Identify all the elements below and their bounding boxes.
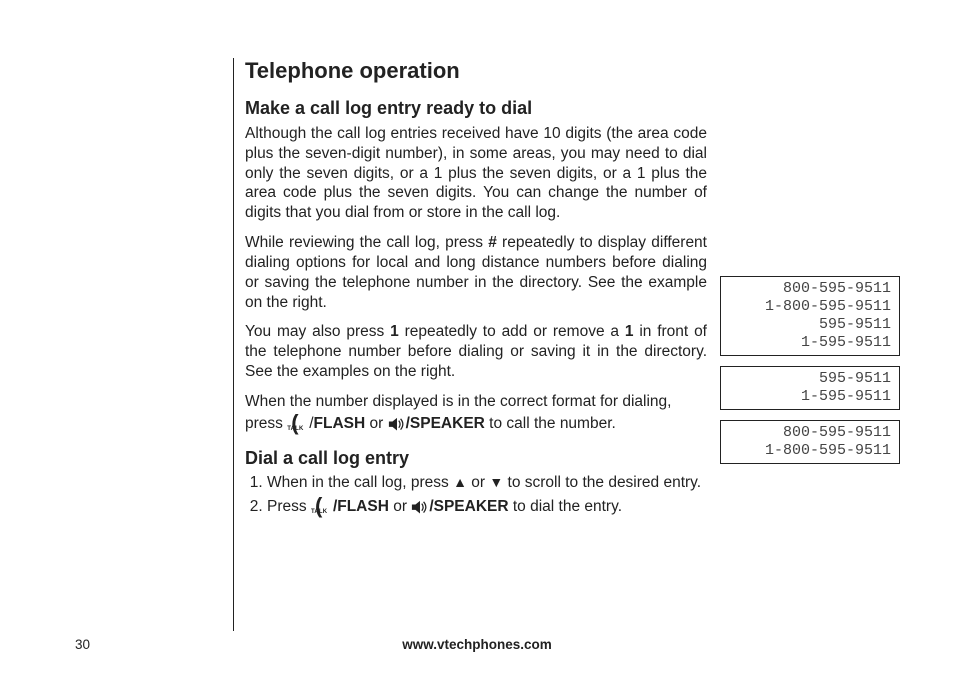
examples-column: 800-595-9511 1-800-595-9511 595-9511 1-5… (720, 276, 900, 474)
text: to dial the entry. (509, 498, 622, 515)
speaker-label: /SPEAKER (406, 415, 485, 432)
flash-label: FLASH (314, 415, 366, 432)
section1-para5: press (TALK/FLASH or /SPEAKER to call th… (245, 414, 707, 434)
text: press (245, 415, 287, 432)
text: repeatedly to add or remove a (399, 323, 625, 340)
speaker-icon (411, 500, 429, 514)
example-number: 595-9511 (721, 370, 891, 388)
text: While reviewing the call log, press (245, 234, 488, 251)
section1-para3: You may also press 1 repeatedly to add o… (245, 322, 707, 381)
example-number: 1-800-595-9511 (721, 298, 891, 316)
text: When in the call log, press (267, 474, 453, 491)
example-box-1: 800-595-9511 1-800-595-9511 595-9511 1-5… (720, 276, 900, 356)
steps-list: When in the call log, press ▲ or ▼ to sc… (245, 473, 707, 517)
footer-url: www.vtechphones.com (0, 637, 954, 652)
section1-para2: While reviewing the call log, press # re… (245, 233, 707, 312)
vertical-divider (233, 58, 234, 631)
section2-heading: Dial a call log entry (245, 448, 707, 470)
text: You may also press (245, 323, 390, 340)
example-number: 1-595-9511 (721, 334, 891, 352)
speaker-label: /SPEAKER (429, 498, 508, 515)
text: or (467, 474, 489, 491)
manual-page: Telephone operation Make a call log entr… (0, 0, 954, 682)
speaker-icon (388, 417, 406, 431)
example-box-2: 595-9511 1-595-9511 (720, 366, 900, 410)
hash-key: # (488, 234, 497, 251)
text: to scroll to the desired entry. (503, 474, 701, 491)
main-content: Telephone operation Make a call log entr… (245, 58, 707, 521)
down-arrow-icon: ▼ (489, 475, 503, 489)
example-number: 1-595-9511 (721, 388, 891, 406)
section1-para1: Although the call log entries received h… (245, 124, 707, 223)
example-number: 800-595-9511 (721, 424, 891, 442)
example-number: 800-595-9511 (721, 280, 891, 298)
section1-para4: When the number displayed is in the corr… (245, 392, 707, 412)
section1-heading: Make a call log entry ready to dial (245, 98, 707, 120)
example-box-3: 800-595-9511 1-800-595-9511 (720, 420, 900, 464)
step-1: When in the call log, press ▲ or ▼ to sc… (267, 473, 707, 493)
talk-icon: (TALK (287, 418, 309, 434)
talk-icon: (TALK (311, 501, 333, 517)
flash-label: /FLASH (333, 498, 389, 515)
text: to call the number. (485, 415, 616, 432)
step-2: Press (TALK/FLASH or /SPEAKER to dial th… (267, 497, 707, 517)
text: or (365, 415, 387, 432)
example-number: 1-800-595-9511 (721, 442, 891, 460)
example-number: 595-9511 (721, 316, 891, 334)
up-arrow-icon: ▲ (453, 475, 467, 489)
text: Press (267, 498, 311, 515)
one-key: 1 (390, 323, 399, 340)
text: or (389, 498, 411, 515)
page-title: Telephone operation (245, 58, 707, 84)
